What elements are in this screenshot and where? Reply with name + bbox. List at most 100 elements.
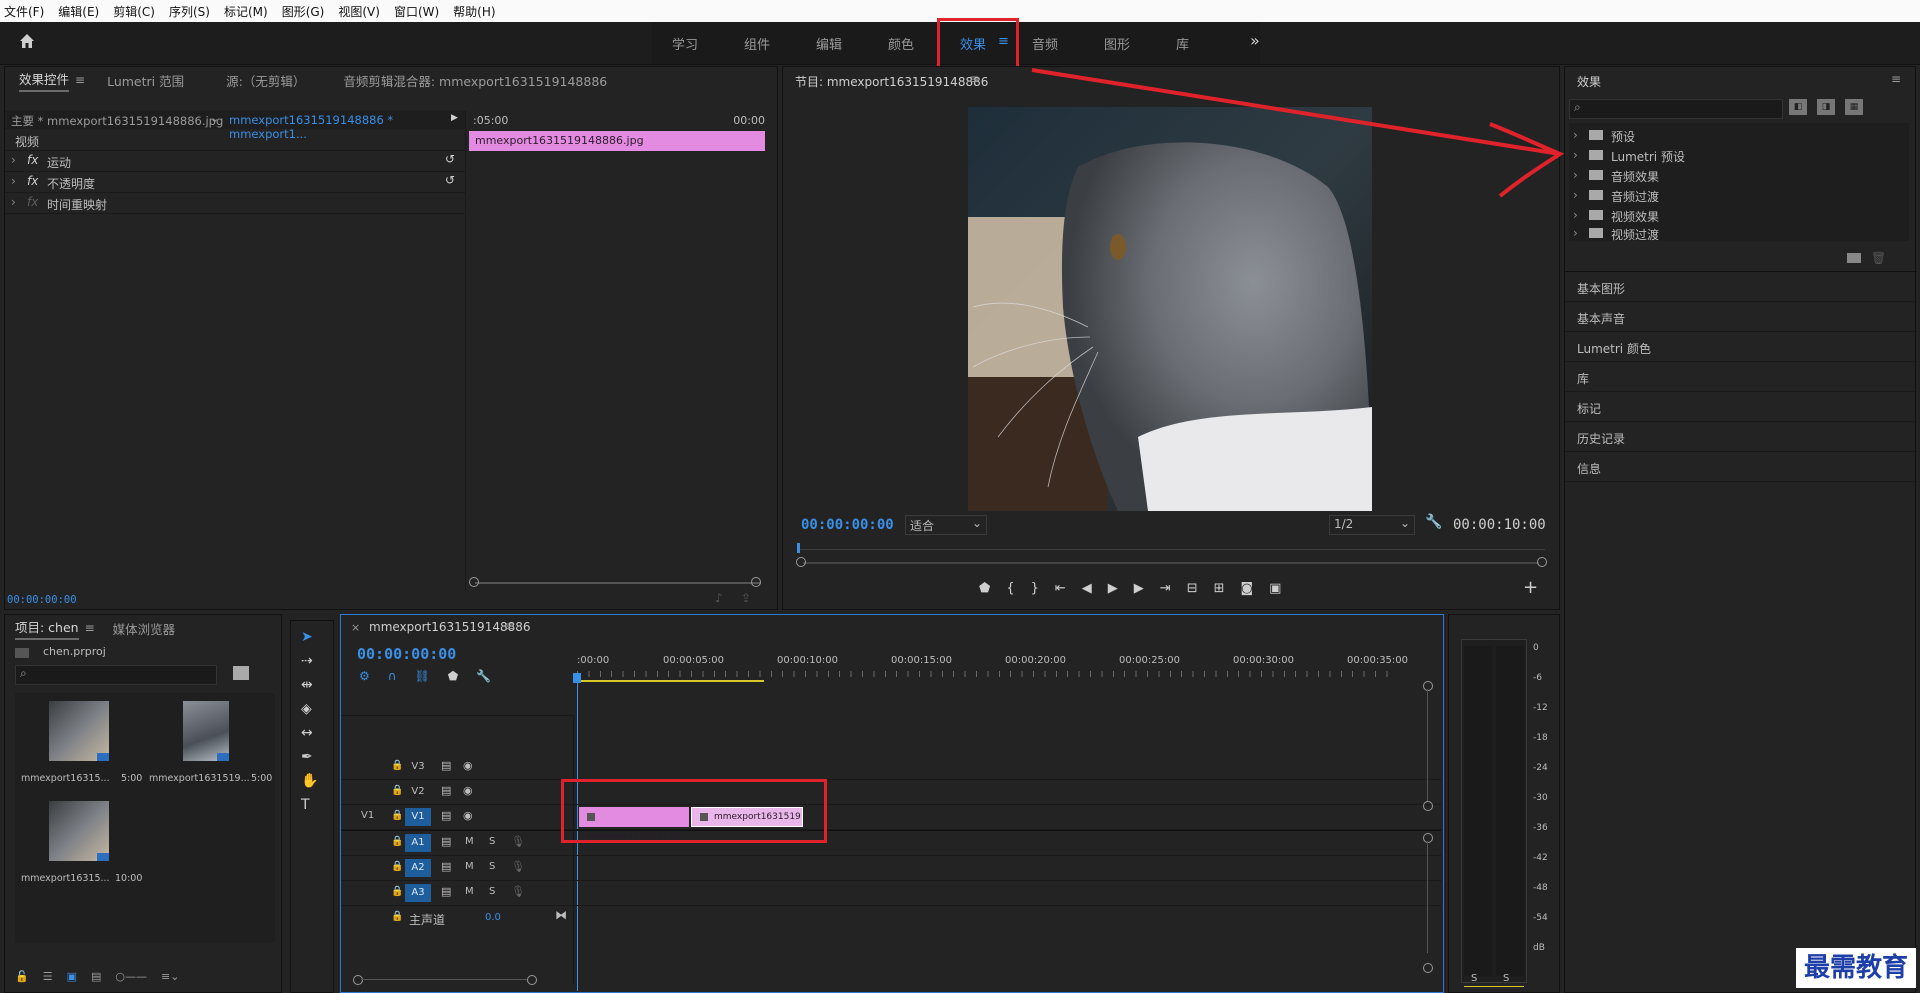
track-target-a3[interactable]: A3 xyxy=(405,884,431,902)
source-patch-v1[interactable]: V1 xyxy=(361,810,374,821)
chevron-right-icon[interactable]: › xyxy=(11,153,16,167)
ec-scroll-handle-left[interactable] xyxy=(469,577,479,587)
panel-essential-sound[interactable]: 基本声音 xyxy=(1565,302,1917,332)
a-scroll-handle-bottom[interactable] xyxy=(1423,963,1433,973)
sync-lock-icon[interactable]: ▤ xyxy=(441,885,451,898)
ripple-edit-tool-icon[interactable]: ⇹ xyxy=(301,677,318,693)
add-marker-icon[interactable]: ⬟ xyxy=(979,581,990,596)
solo-button[interactable]: S xyxy=(489,836,495,847)
panel-history[interactable]: 历史记录 xyxy=(1565,422,1917,452)
track-target-a2[interactable]: A2 xyxy=(405,859,431,877)
ec-timecode[interactable]: 00:00:00:00 xyxy=(7,594,77,606)
go-to-out-icon[interactable]: ⇥ xyxy=(1160,581,1171,596)
h-scroll-handle-left[interactable] xyxy=(353,975,363,985)
mark-in-icon[interactable]: { xyxy=(1006,581,1014,596)
mute-button[interactable]: M xyxy=(465,886,474,897)
go-to-end-icon[interactable]: ⧓ xyxy=(555,908,567,922)
lock-icon[interactable]: 🔒 xyxy=(391,886,403,897)
tab-source[interactable]: 源:（无剪辑） xyxy=(226,71,305,90)
fit-select[interactable]: 适合 ⌄ xyxy=(905,515,987,535)
timeline-ruler[interactable]: :00:00 00:00:05:00 00:00:10:00 00:00:15:… xyxy=(577,655,1408,685)
project-item[interactable]: mmexport1631519... 5:00 xyxy=(147,697,272,793)
play-icon[interactable]: ▶ xyxy=(1108,581,1118,596)
step-forward-icon[interactable]: ▶ xyxy=(1134,581,1144,596)
tree-item-audio-effects[interactable]: › 音频效果 xyxy=(1569,167,1909,185)
a-scrollbar[interactable] xyxy=(1427,841,1428,953)
menu-graphics[interactable]: 图形(G) xyxy=(282,3,325,20)
chevron-right-icon[interactable]: › xyxy=(11,174,16,188)
sync-lock-icon[interactable]: ▤ xyxy=(441,784,451,797)
project-item[interactable]: mmexport16315... 5:00 xyxy=(21,697,142,793)
fx-icon[interactable]: fx xyxy=(27,153,38,167)
home-icon[interactable] xyxy=(18,32,36,53)
tab-project[interactable]: 项目: chen xyxy=(15,617,79,640)
panel-info[interactable]: 信息 xyxy=(1565,452,1917,482)
trash-icon[interactable]: 🗑 xyxy=(1871,251,1886,265)
menu-marker[interactable]: 标记(M) xyxy=(224,3,268,20)
workspace-color[interactable]: 颜色 xyxy=(888,34,914,53)
tab-lumetri-scopes[interactable]: Lumetri 范围 xyxy=(107,71,184,90)
menu-window[interactable]: 窗口(W) xyxy=(394,3,439,20)
panel-menu-icon[interactable]: ≡ xyxy=(85,621,95,635)
reset-icon[interactable]: ↺ xyxy=(445,152,455,166)
add-marker-icon[interactable]: ⬟ xyxy=(448,669,458,683)
panel-menu-icon[interactable]: ≡ xyxy=(1891,72,1901,86)
list-view-icon[interactable]: ☰ xyxy=(43,970,53,983)
effect-row-opacity[interactable]: › fx 不透明度 ↺ xyxy=(5,172,465,193)
solo-button[interactable]: S xyxy=(489,886,495,897)
workspace-learn[interactable]: 学习 xyxy=(672,34,698,53)
menu-help[interactable]: 帮助(H) xyxy=(453,3,495,20)
icon-view-icon[interactable]: ▣ xyxy=(67,970,77,983)
mute-button[interactable]: M xyxy=(465,836,474,847)
camera-icon[interactable]: ◙ xyxy=(1241,581,1254,596)
lock-icon[interactable]: 🔒 xyxy=(391,836,403,847)
play-audio-icon[interactable]: ♪ xyxy=(715,591,723,605)
solo-button[interactable]: S xyxy=(489,861,495,872)
fx-icon[interactable]: fx xyxy=(27,174,38,188)
master-volume-value[interactable]: 0.0 xyxy=(485,912,501,923)
eye-icon[interactable]: ◉ xyxy=(463,784,473,797)
effect-row-time-remap[interactable]: › fx 时间重映射 xyxy=(5,193,465,214)
chevron-right-icon[interactable]: › xyxy=(11,195,16,209)
nest-icon[interactable]: ⚙ xyxy=(359,669,370,683)
tree-item-audio-transitions[interactable]: › 音频过渡 xyxy=(1569,187,1909,205)
effect-row-motion[interactable]: › fx 运动 ↺ xyxy=(5,151,465,172)
menu-sequence[interactable]: 序列(S) xyxy=(169,3,210,20)
sync-lock-icon[interactable]: ▤ xyxy=(441,809,451,822)
ec-scrollbar[interactable] xyxy=(475,582,761,584)
tree-item-video-transitions[interactable]: › 视频过渡 xyxy=(1569,226,1909,242)
linked-selection-icon[interactable]: ⛓ xyxy=(415,669,430,683)
lock-icon[interactable]: 🔒 xyxy=(391,911,403,922)
type-tool-icon[interactable]: T xyxy=(301,797,318,813)
tree-item-video-effects[interactable]: › 视频效果 xyxy=(1569,207,1909,225)
sync-lock-icon[interactable]: ▤ xyxy=(441,835,451,848)
track-target-v1[interactable]: V1 xyxy=(405,808,431,826)
hand-tool-icon[interactable]: ✋ xyxy=(301,773,318,789)
lock-icon[interactable]: 🔒 xyxy=(391,810,403,821)
track-select-tool-icon[interactable]: ⇢ xyxy=(301,653,318,669)
panel-menu-icon[interactable]: ≡ xyxy=(75,73,85,87)
compare-icon[interactable]: ▣ xyxy=(1269,581,1281,596)
h-scroll-handle-right[interactable] xyxy=(527,975,537,985)
more-workspaces-icon[interactable]: » xyxy=(1250,31,1260,50)
workspace-libraries[interactable]: 库 xyxy=(1176,34,1189,53)
workspace-assembly[interactable]: 组件 xyxy=(744,34,770,53)
panel-menu-icon[interactable]: ≡ xyxy=(505,619,515,633)
solo-left-button[interactable]: S xyxy=(1471,973,1477,984)
reset-icon[interactable]: ↺ xyxy=(445,173,455,187)
tree-item-presets[interactable]: › 预设 xyxy=(1569,127,1909,145)
lock-icon[interactable]: 🔒 xyxy=(391,760,403,771)
panel-markers[interactable]: 标记 xyxy=(1565,392,1917,422)
h-scrollbar[interactable] xyxy=(361,979,527,980)
project-search-input[interactable]: ⌕ xyxy=(15,665,217,685)
master-clip-label[interactable]: 主要 * mmexport1631519148886.jpg xyxy=(11,113,223,129)
sync-lock-icon[interactable]: ▤ xyxy=(441,860,451,873)
panel-essential-graphics[interactable]: 基本图形 xyxy=(1565,272,1917,302)
workspace-editing[interactable]: 编辑 xyxy=(816,34,842,53)
new-bin-icon[interactable] xyxy=(1847,253,1861,263)
microphone-icon[interactable]: 🎙 xyxy=(511,835,525,848)
panel-libraries[interactable]: 库 xyxy=(1565,362,1917,392)
tab-audio-clip-mixer[interactable]: 音频剪辑混合器: mmexport1631519148886 xyxy=(343,71,607,90)
wrench-icon[interactable]: 🔧 xyxy=(1425,514,1442,530)
microphone-icon[interactable]: 🎙 xyxy=(511,885,525,898)
